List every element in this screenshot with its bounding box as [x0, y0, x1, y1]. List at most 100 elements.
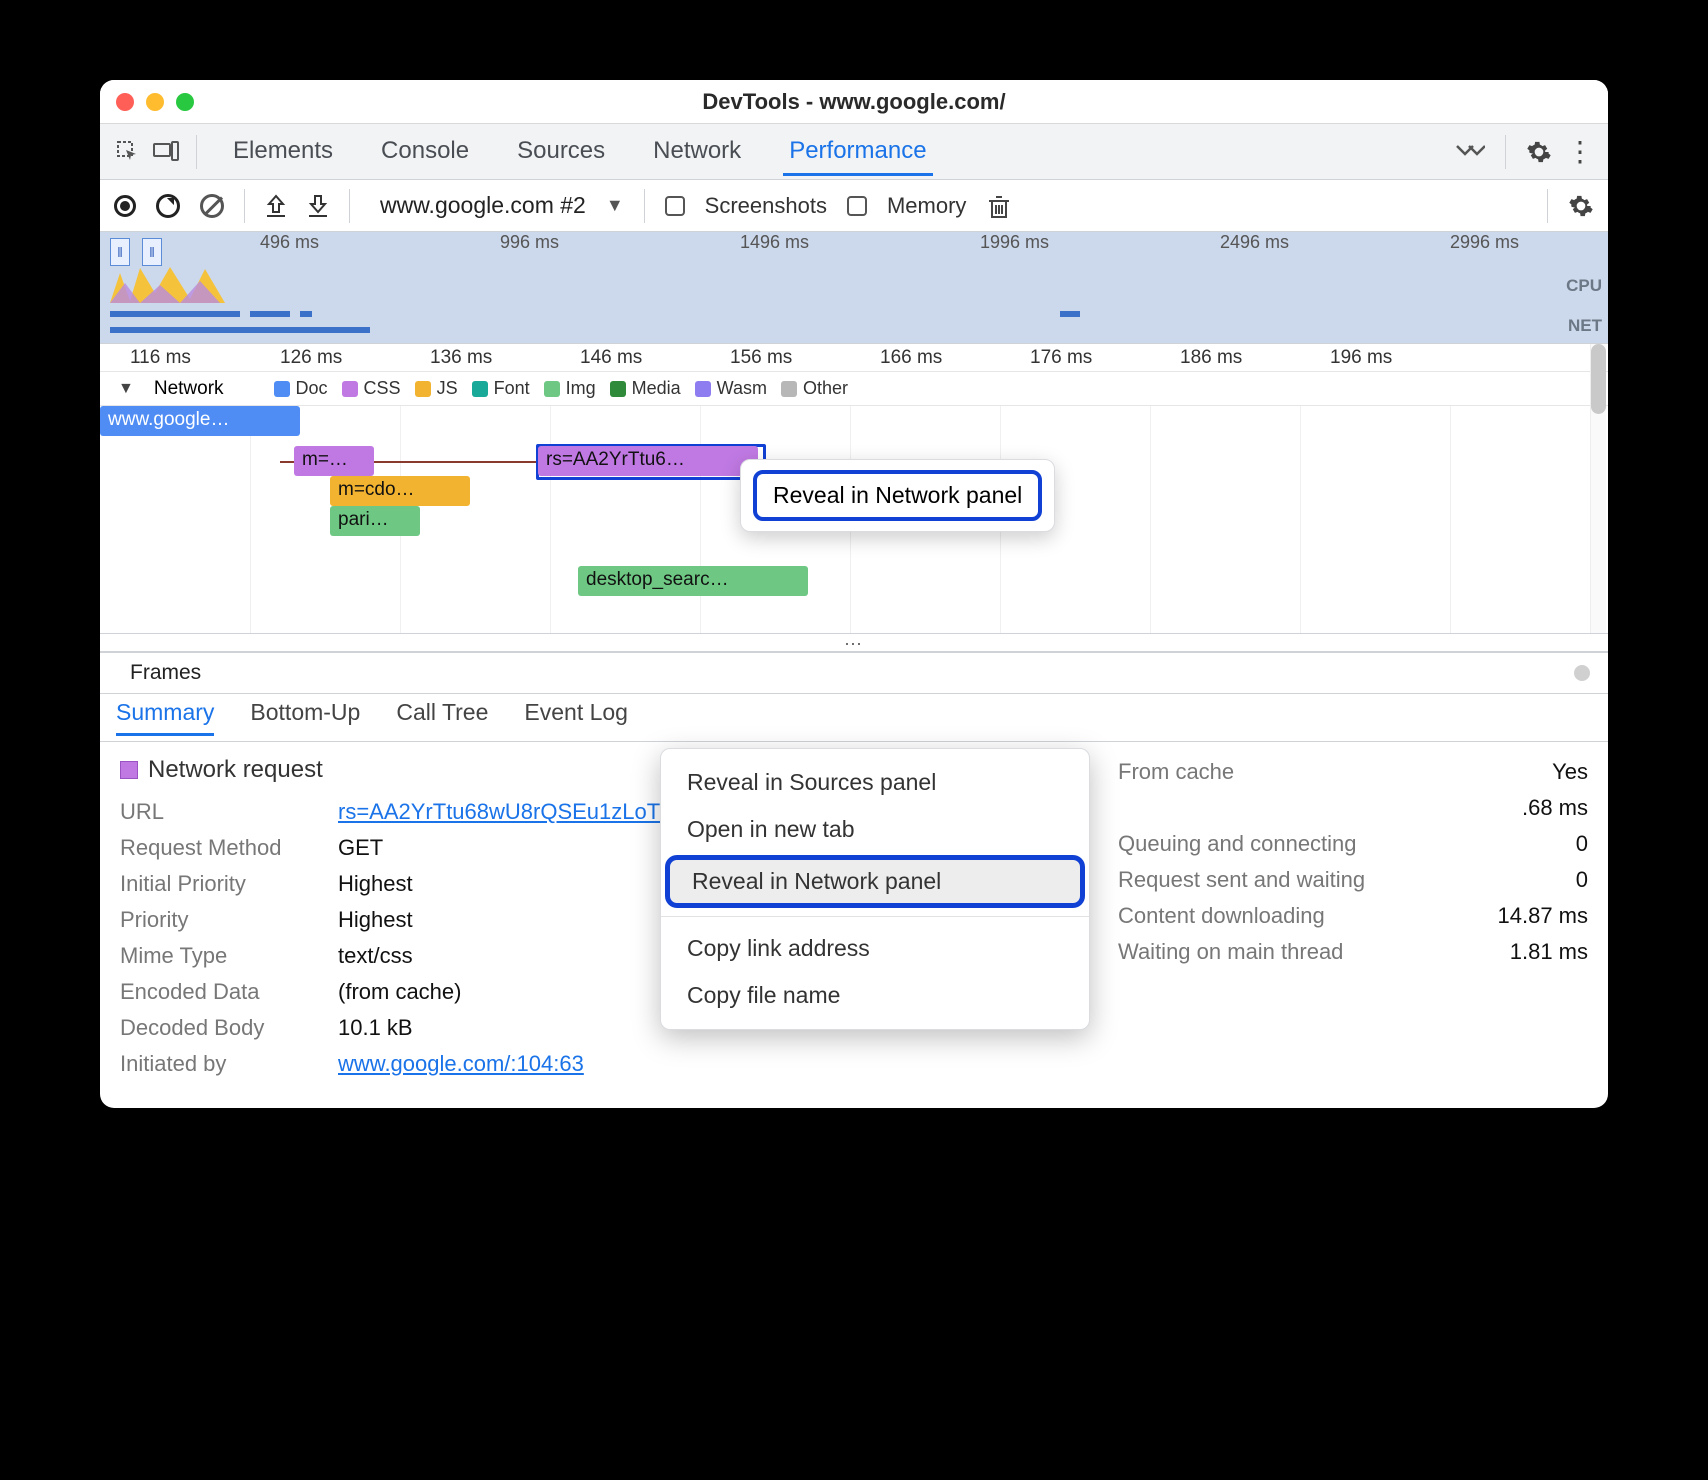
timing-row: Waiting on main thread 1.81 ms — [1118, 934, 1588, 970]
network-entry[interactable]: desktop_searc… — [578, 566, 808, 596]
legend-item: Font — [472, 378, 530, 399]
menu-item[interactable]: Reveal in Sources panel — [661, 759, 1089, 806]
frames-row[interactable]: Frames — [100, 652, 1608, 694]
disclosure-icon[interactable]: ▼ — [118, 380, 134, 398]
type-color-swatch — [120, 761, 138, 779]
legend-swatch — [472, 381, 488, 397]
detail-value: 10.1 kB — [338, 1015, 413, 1041]
network-entry[interactable]: m=cdo… — [330, 476, 470, 506]
tick: 196 ms — [1330, 347, 1392, 369]
detail-key: Priority — [120, 907, 320, 933]
clear-button[interactable] — [200, 194, 224, 218]
detail-value: (from cache) — [338, 979, 461, 1005]
divider — [1547, 189, 1548, 223]
flame-chart[interactable]: 116 ms 126 ms 136 ms 146 ms 156 ms 166 m… — [100, 344, 1608, 634]
more-tabs-icon[interactable] — [1455, 142, 1485, 162]
tick: 146 ms — [580, 347, 642, 369]
legend-swatch — [544, 381, 560, 397]
tab-elements[interactable]: Elements — [227, 127, 339, 176]
download-icon[interactable] — [307, 194, 329, 218]
tick: 166 ms — [880, 347, 942, 369]
legend-label: Wasm — [717, 378, 767, 399]
detail-tabs: Summary Bottom-Up Call Tree Event Log — [100, 694, 1608, 742]
scroll-thumb[interactable] — [1591, 344, 1606, 414]
screenshots-checkbox[interactable] — [665, 196, 685, 216]
reload-record-button[interactable] — [156, 194, 180, 218]
network-entry[interactable]: www.google… — [100, 406, 300, 436]
timing-key: Waiting on main thread — [1118, 939, 1408, 965]
tab-bottom-up[interactable]: Bottom-Up — [250, 699, 360, 736]
tab-call-tree[interactable]: Call Tree — [396, 699, 488, 736]
garbage-collect-icon[interactable] — [986, 193, 1012, 219]
menu-item[interactable]: Reveal in Network panel — [665, 855, 1085, 908]
resizer-icon[interactable]: ⋯ — [100, 634, 1608, 652]
menu-item[interactable]: Open in new tab — [661, 806, 1089, 853]
maximize-icon[interactable] — [176, 93, 194, 111]
tab-sources[interactable]: Sources — [511, 127, 611, 176]
tab-network[interactable]: Network — [647, 127, 747, 176]
legend-swatch — [695, 381, 711, 397]
timing-value: 0 — [1576, 867, 1588, 893]
legend-item: CSS — [342, 378, 401, 399]
device-toolbar-icon[interactable] — [152, 138, 180, 166]
kebab-icon[interactable]: ⋮ — [1566, 145, 1594, 159]
minimize-icon[interactable] — [146, 93, 164, 111]
close-icon[interactable] — [116, 93, 134, 111]
legend-swatch — [415, 381, 431, 397]
network-entry[interactable]: rs=AA2YrTtu6… — [538, 446, 758, 476]
tick: 496 ms — [260, 232, 319, 253]
gear-icon[interactable] — [1526, 139, 1552, 165]
memory-checkbox[interactable] — [847, 196, 867, 216]
record-button[interactable] — [114, 195, 136, 217]
detail-value: GET — [338, 835, 383, 861]
tick: 136 ms — [430, 347, 492, 369]
divider — [196, 135, 197, 169]
legend: DocCSSJSFontImgMediaWasmOther — [274, 378, 848, 399]
tab-console[interactable]: Console — [375, 127, 475, 176]
legend-swatch — [781, 381, 797, 397]
tick: 2996 ms — [1450, 232, 1519, 253]
inspect-icon[interactable] — [114, 138, 142, 166]
url-label: URL — [120, 799, 320, 825]
overview-minimap[interactable]: ‖ ‖ 496 ms 996 ms 1496 ms 1996 ms 2496 m… — [100, 232, 1608, 344]
tick: 996 ms — [500, 232, 559, 253]
tick: 156 ms — [730, 347, 792, 369]
initiated-by-label: Initiated by — [120, 1051, 320, 1077]
upload-icon[interactable] — [265, 194, 287, 218]
scroll-knob[interactable] — [1574, 665, 1590, 681]
detail-key: Decoded Body — [120, 1015, 320, 1041]
legend-item: Other — [781, 378, 848, 399]
timing-value: 1.81 ms — [1510, 939, 1588, 965]
menu-item[interactable]: Copy file name — [661, 972, 1089, 1019]
tooltip-reveal-network: Reveal in Network panel — [740, 459, 1055, 532]
scrollbar[interactable] — [1590, 344, 1606, 633]
detail-value: Highest — [338, 871, 413, 897]
settings-gear-icon[interactable] — [1568, 193, 1594, 219]
tab-summary[interactable]: Summary — [116, 699, 214, 736]
legend-swatch — [610, 381, 626, 397]
overview-ruler: 496 ms 996 ms 1496 ms 1996 ms 2496 ms 29… — [100, 232, 1608, 254]
network-section-header[interactable]: ▼ Network DocCSSJSFontImgMediaWasmOther — [100, 372, 1608, 406]
panel-tabs: Elements Console Sources Network Perform… — [227, 127, 1445, 176]
net-lower — [100, 327, 400, 337]
perf-toolbar: www.google.com #2 ▼ Screenshots Memory — [100, 180, 1608, 232]
tick: 176 ms — [1030, 347, 1092, 369]
memory-label: Memory — [887, 193, 966, 219]
initiated-by-link[interactable]: www.google.com/:104:63 — [338, 1051, 584, 1076]
detail-key: Initial Priority — [120, 871, 320, 897]
tab-performance[interactable]: Performance — [783, 127, 932, 176]
menu-item[interactable]: Copy link address — [661, 925, 1089, 972]
tick: 2496 ms — [1220, 232, 1289, 253]
profile-selector[interactable]: www.google.com #2 — [380, 192, 586, 219]
chevron-down-icon[interactable]: ▼ — [606, 195, 624, 216]
timing-value: 14.87 ms — [1498, 903, 1589, 929]
cpu-chart — [110, 263, 370, 303]
net-label: NET — [1568, 316, 1602, 336]
network-entry[interactable]: pari… — [330, 506, 420, 536]
timing-row: Content downloading14.87 ms — [1118, 898, 1588, 934]
legend-item: Img — [544, 378, 596, 399]
legend-swatch — [342, 381, 358, 397]
tick: 186 ms — [1180, 347, 1242, 369]
network-entry[interactable]: m=… — [294, 446, 374, 476]
tab-event-log[interactable]: Event Log — [524, 699, 628, 736]
